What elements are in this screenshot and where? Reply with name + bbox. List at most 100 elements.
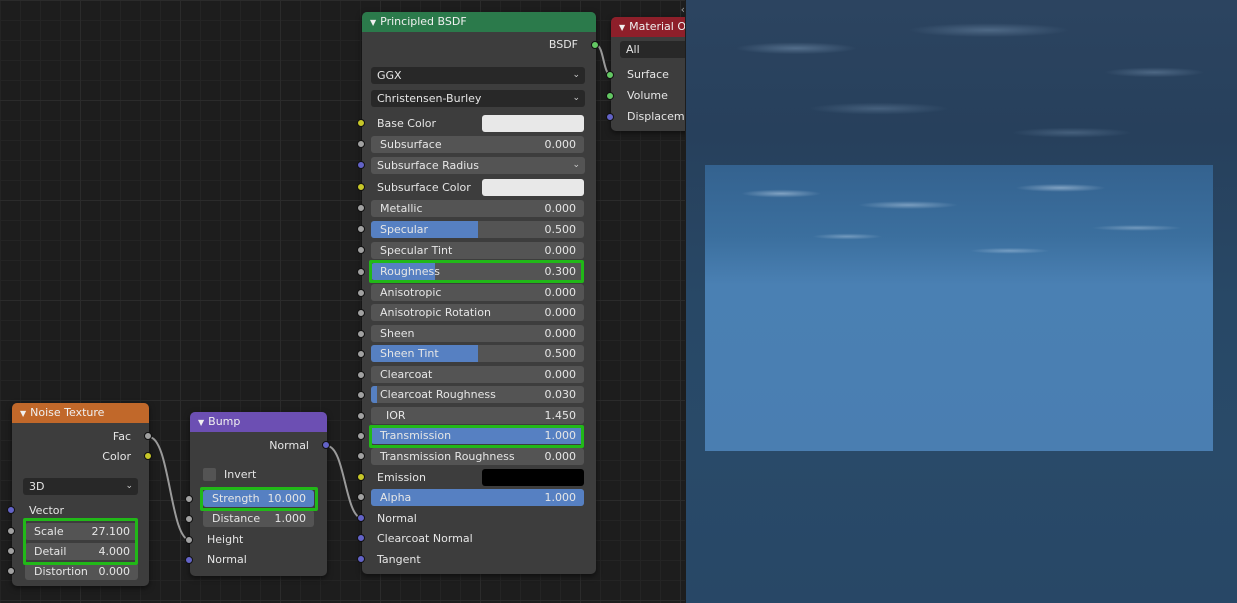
chevron-down-icon: ⌄ (572, 160, 580, 170)
material-output-node[interactable]: ▼ Material O All Surface Volume Displacem… (611, 17, 685, 131)
metallic-value: 0.000 (544, 202, 577, 215)
subsurface-value: 0.000 (544, 138, 577, 151)
base-color-socket[interactable] (357, 119, 365, 127)
detail-input-socket[interactable] (7, 547, 15, 555)
subsurface-method-dropdown[interactable]: Christensen-Burley ⌄ (371, 90, 585, 107)
collapse-triangle-icon[interactable]: ▼ (619, 18, 625, 37)
noise-texture-node[interactable]: ▼ Noise Texture Fac Color 3D ⌄ Vector Scal… (12, 403, 149, 586)
specular-socket[interactable] (357, 225, 365, 233)
anisotropic-socket[interactable] (357, 289, 365, 297)
material-output-header[interactable]: ▼ Material O (611, 17, 685, 37)
collapse-triangle-icon[interactable]: ▼ (20, 404, 26, 423)
strength-input-socket[interactable] (185, 495, 193, 503)
sheen-label: Sheen (380, 327, 415, 340)
sheen-value: 0.000 (544, 327, 577, 340)
anisotropic-rotation-field[interactable]: Anisotropic Rotation 0.000 (371, 304, 584, 321)
sheen-tint-field[interactable]: Sheen Tint 0.500 (371, 345, 584, 362)
clearcoat-normal-socket[interactable] (357, 534, 365, 542)
collapse-triangle-icon[interactable]: ▼ (198, 413, 204, 432)
detail-field[interactable]: Detail 4.000 (25, 543, 138, 560)
chevron-down-icon: ⌄ (572, 93, 580, 103)
surface-input-socket[interactable] (606, 71, 614, 79)
volume-input-label: Volume (627, 89, 668, 102)
tangent-socket[interactable] (357, 555, 365, 563)
noise-texture-header[interactable]: ▼ Noise Texture (12, 403, 149, 423)
sheen-field[interactable]: Sheen 0.000 (371, 325, 584, 342)
subsurface-color-socket[interactable] (357, 183, 365, 191)
transmission-socket[interactable] (357, 432, 365, 440)
specular-tint-field[interactable]: Specular Tint 0.000 (371, 242, 584, 259)
emission-color-swatch[interactable] (482, 469, 584, 486)
alpha-socket[interactable] (357, 493, 365, 501)
invert-label: Invert (224, 468, 257, 481)
roughness-field[interactable]: Roughness 0.300 (371, 263, 584, 280)
distance-input-socket[interactable] (185, 515, 193, 523)
transmission-field[interactable]: Transmission 1.000 (371, 427, 584, 444)
distortion-field[interactable]: Distortion 0.000 (25, 563, 138, 580)
scale-input-socket[interactable] (7, 527, 15, 535)
subsurface-radius-socket[interactable] (357, 161, 365, 169)
output-target-dropdown[interactable]: All (620, 41, 685, 58)
alpha-field[interactable]: Alpha 1.000 (371, 489, 584, 506)
collapse-triangle-icon[interactable]: ▼ (370, 13, 376, 32)
subsurface-color-label: Subsurface Color (377, 181, 471, 194)
transmission-roughness-field[interactable]: Transmission Roughness 0.000 (371, 448, 584, 465)
metallic-socket[interactable] (357, 204, 365, 212)
render-viewport[interactable] (686, 0, 1237, 603)
color-output-socket[interactable] (144, 452, 152, 460)
bsdf-output-socket[interactable] (591, 41, 599, 49)
sheen-tint-socket[interactable] (357, 350, 365, 358)
metallic-field[interactable]: Metallic 0.000 (371, 200, 584, 217)
specular-tint-label: Specular Tint (380, 244, 453, 257)
subsurface-socket[interactable] (357, 140, 365, 148)
distribution-dropdown[interactable]: GGX ⌄ (371, 67, 585, 84)
dimensions-value: 3D (29, 480, 45, 493)
ior-field[interactable]: IOR 1.450 (371, 407, 584, 424)
bump-normal-input-socket[interactable] (185, 556, 193, 564)
distance-value: 1.000 (274, 512, 307, 525)
water-surface-render (705, 165, 1213, 451)
roughness-socket[interactable] (357, 268, 365, 276)
distribution-value: GGX (377, 69, 402, 82)
clearcoat-field[interactable]: Clearcoat 0.000 (371, 366, 584, 383)
base-color-label: Base Color (377, 117, 437, 130)
distortion-input-socket[interactable] (7, 567, 15, 575)
specular-tint-socket[interactable] (357, 246, 365, 254)
emission-label: Emission (377, 471, 426, 484)
strength-value: 10.000 (267, 492, 307, 505)
clearcoat-socket[interactable] (357, 371, 365, 379)
strength-field[interactable]: Strength 10.000 (203, 490, 314, 507)
ior-socket[interactable] (357, 412, 365, 420)
transmission-roughness-socket[interactable] (357, 452, 365, 460)
bump-normal-output-socket[interactable] (322, 441, 330, 449)
sheen-socket[interactable] (357, 330, 365, 338)
fac-output-label: Fac (112, 430, 131, 443)
node-title: Material O (629, 20, 685, 33)
output-target-value: All (626, 43, 640, 56)
height-input-socket[interactable] (185, 536, 193, 544)
invert-checkbox[interactable] (203, 468, 216, 481)
distance-field[interactable]: Distance 1.000 (203, 510, 314, 527)
dimensions-dropdown[interactable]: 3D ⌄ (23, 478, 138, 495)
normal-socket[interactable] (357, 514, 365, 522)
subsurface-radius-dropdown[interactable]: Subsurface Radius ⌄ (371, 157, 585, 174)
volume-input-socket[interactable] (606, 92, 614, 100)
base-color-swatch[interactable] (482, 115, 584, 132)
emission-socket[interactable] (357, 473, 365, 481)
fac-output-socket[interactable] (144, 432, 152, 440)
bump-node[interactable]: ▼ Bump Normal Invert Strength 10.000 Dista… (190, 412, 327, 576)
specular-field[interactable]: Specular 0.500 (371, 221, 584, 238)
bump-header[interactable]: ▼ Bump (190, 412, 327, 432)
clearcoat-roughness-field[interactable]: Clearcoat Roughness 0.030 (371, 386, 584, 403)
principled-bsdf-header[interactable]: ▼ Principled BSDF (362, 12, 596, 32)
anisotropic-field[interactable]: Anisotropic 0.000 (371, 284, 584, 301)
scale-field[interactable]: Scale 27.100 (25, 523, 138, 540)
subsurface-field[interactable]: Subsurface 0.000 (371, 136, 584, 153)
displacement-input-socket[interactable] (606, 113, 614, 121)
vector-input-socket[interactable] (7, 506, 15, 514)
subsurface-color-swatch[interactable] (482, 179, 584, 196)
shader-node-editor[interactable]: ▼ Noise Texture Fac Color 3D ⌄ Vector Scal… (0, 0, 685, 603)
clearcoat-roughness-socket[interactable] (357, 391, 365, 399)
principled-bsdf-node[interactable]: ▼ Principled BSDF BSDF GGX ⌄ Christensen-B… (362, 12, 596, 574)
anisotropic-rotation-socket[interactable] (357, 309, 365, 317)
